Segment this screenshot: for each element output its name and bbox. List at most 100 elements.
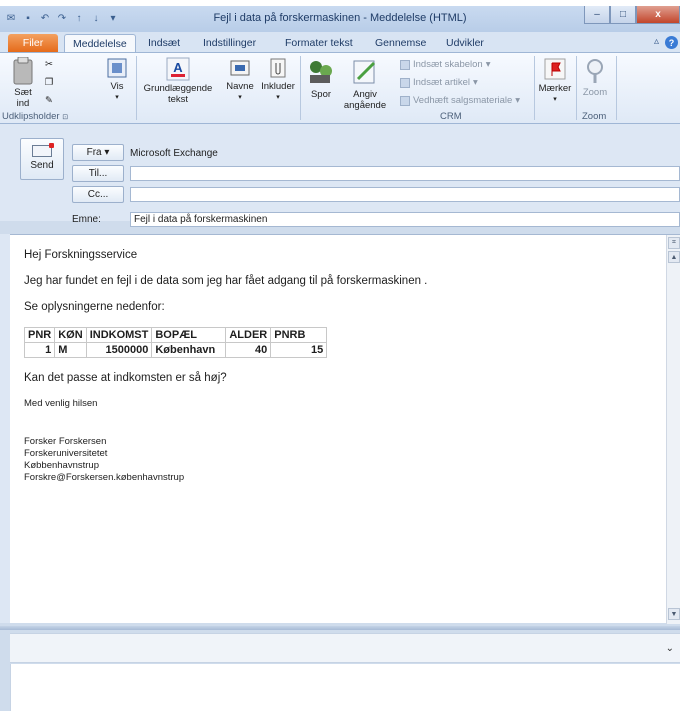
track-button[interactable]: Spor — [304, 57, 338, 100]
to-field[interactable] — [130, 166, 680, 181]
pane-splitter[interactable] — [0, 626, 680, 630]
send-button[interactable]: Send — [20, 138, 64, 180]
signature-line: Forskre@Forskersen.københavnstrup — [24, 472, 185, 483]
insert-template-button[interactable]: Indsæt skabelon ▾ — [400, 59, 491, 70]
body-scrollbar[interactable]: ⌗ ▲ ▼ — [666, 235, 680, 624]
tab-gennemse[interactable]: Gennemse — [367, 34, 434, 52]
ruler-toggle-icon[interactable]: ⌗ — [668, 237, 680, 249]
table-header: KØN — [54, 327, 87, 343]
clipboard-group-label: Udklipsholder ⊡ — [2, 111, 69, 122]
tags-button[interactable]: Mærker ▾ — [538, 57, 572, 105]
tab-meddelelse[interactable]: Meddelelse — [64, 34, 136, 52]
tab-indsaet[interactable]: Indsæt — [140, 34, 188, 52]
table-cell: 1 — [23, 342, 56, 358]
title-bar: ✉ ▪ ↶ ↷ ↑ ↓ ▾ Fejl i data på forskermask… — [0, 6, 680, 32]
svg-text:A: A — [173, 60, 183, 75]
regarding-icon — [338, 57, 392, 87]
names-label: Navne — [226, 81, 254, 92]
ribbon-separator — [534, 56, 535, 120]
attach-icon — [400, 95, 410, 106]
window-controls: – □ x — [584, 6, 680, 24]
tab-udvikler[interactable]: Udvikler — [438, 34, 492, 52]
close-button[interactable]: x — [636, 6, 680, 24]
format-painter-icon[interactable]: ✎ — [40, 95, 58, 106]
attach-sales-material-button[interactable]: Vedhæft salgsmateriale ▾ — [400, 95, 520, 106]
clipboard-icon — [6, 57, 40, 85]
crm-group-label: CRM — [440, 111, 462, 122]
include-label: Inkluder — [261, 81, 295, 92]
maximize-button[interactable]: □ — [610, 6, 636, 24]
include-button[interactable]: Inkluder ▾ — [258, 57, 298, 103]
document-view-icon — [102, 57, 132, 79]
zoom-group-label: Zoom — [582, 111, 607, 122]
body-question: Kan det passe at indkomsten er så høj? — [24, 372, 227, 384]
cc-field[interactable] — [130, 187, 680, 202]
send-label: Send — [30, 160, 54, 171]
outlook-message-window: ✉ ▪ ↶ ↷ ↑ ↓ ▾ Fejl i data på forskermask… — [0, 6, 680, 711]
vis-label: Vis — [110, 81, 124, 92]
people-pane — [10, 664, 680, 711]
subject-label: Emne: — [72, 214, 101, 225]
ribbon-separator — [300, 56, 301, 120]
minimize-button[interactable]: – — [584, 6, 610, 24]
table-header-row: PNR KØN INDKOMST BOPÆL ALDER PNRB — [23, 327, 328, 343]
help-area: ▵ ? — [654, 36, 678, 49]
article-icon — [400, 77, 410, 88]
zoom-label: Zoom — [582, 87, 608, 98]
names-button[interactable]: Navne ▾ — [222, 57, 258, 103]
table-cell: 40 — [225, 342, 272, 358]
message-body[interactable]: Hej Forskningsservice Jeg har fundet en … — [10, 234, 680, 624]
greeting: Hej Forskningsservice — [24, 249, 138, 261]
paste-label: Sæt ind — [14, 87, 32, 109]
table-header: ALDER — [225, 327, 272, 343]
scroll-up-icon[interactable]: ▲ — [668, 251, 680, 263]
body-line-1: Jeg har fundet en fejl i de data som jeg… — [24, 275, 428, 287]
template-icon — [400, 59, 410, 70]
subject-field[interactable]: Fejl i data på forskermaskinen — [130, 212, 680, 227]
send-envelope-icon — [32, 143, 54, 157]
people-pane-bar[interactable]: ⌄ — [10, 633, 680, 663]
tab-indstillinger[interactable]: Indstillinger — [195, 34, 264, 52]
ribbon-separator — [136, 56, 137, 120]
table-cell: København — [151, 342, 227, 358]
window-title: Fejl i data på forskermaskinen - Meddele… — [213, 12, 467, 24]
basic-text-label: Grundlæggende tekst — [143, 83, 213, 105]
signature-line: Købbenhavnstrup — [24, 460, 99, 471]
magnifier-icon — [580, 57, 610, 85]
zoom-button[interactable]: Zoom — [580, 57, 610, 98]
ribbon-separator — [576, 56, 577, 120]
to-button[interactable]: Til... — [72, 165, 124, 182]
insert-article-button[interactable]: Indsæt artikel ▾ — [400, 77, 478, 88]
font-color-icon: A — [140, 57, 216, 81]
specify-label: Angiv angående — [343, 89, 387, 111]
signature-line: Forsker Forskersen — [24, 436, 107, 447]
table-header: BOPÆL — [151, 327, 227, 343]
scroll-down-icon[interactable]: ▼ — [668, 608, 680, 620]
message-header: Send Fra ▾ Microsoft Exchange Til... Cc.… — [0, 124, 680, 227]
chevron-down-icon[interactable]: ⌄ — [666, 643, 674, 654]
paste-button[interactable]: Sæt ind — [6, 57, 40, 109]
attachment-icon — [258, 57, 298, 79]
basic-text-button[interactable]: A Grundlæggende tekst — [140, 57, 216, 105]
table-header: INDKOMST — [85, 327, 153, 343]
signature-line: Forskeruniversitetet — [24, 448, 108, 459]
copy-icon[interactable]: ❐ — [40, 77, 58, 88]
data-table: PNR KØN INDKOMST BOPÆL ALDER PNRB 1 M 15… — [23, 327, 328, 358]
flag-icon — [538, 57, 572, 81]
track-people-icon — [304, 57, 338, 87]
body-line-2: Se oplysningerne nedenfor: — [24, 301, 165, 313]
cut-icon[interactable]: ✂ — [40, 59, 58, 70]
tab-filer[interactable]: Filer — [8, 34, 58, 52]
table-header: PNR — [23, 327, 56, 343]
vis-button[interactable]: Vis ▾ — [102, 57, 132, 103]
cc-button[interactable]: Cc... — [72, 186, 124, 203]
ribbon: Sæt ind ✂ ❐ ✎ Vis ▾ A Grundlæggende teks… — [0, 52, 680, 124]
collapse-ribbon-icon[interactable]: ▵ — [654, 36, 659, 49]
tags-label: Mærker — [538, 83, 572, 94]
tab-formater-tekst[interactable]: Formater tekst — [277, 34, 361, 52]
specify-regarding-button[interactable]: Angiv angående — [338, 57, 392, 111]
table-cell: 1500000 — [85, 342, 153, 358]
from-button[interactable]: Fra ▾ — [72, 144, 124, 161]
help-icon[interactable]: ? — [665, 36, 678, 49]
left-margin — [0, 234, 10, 623]
